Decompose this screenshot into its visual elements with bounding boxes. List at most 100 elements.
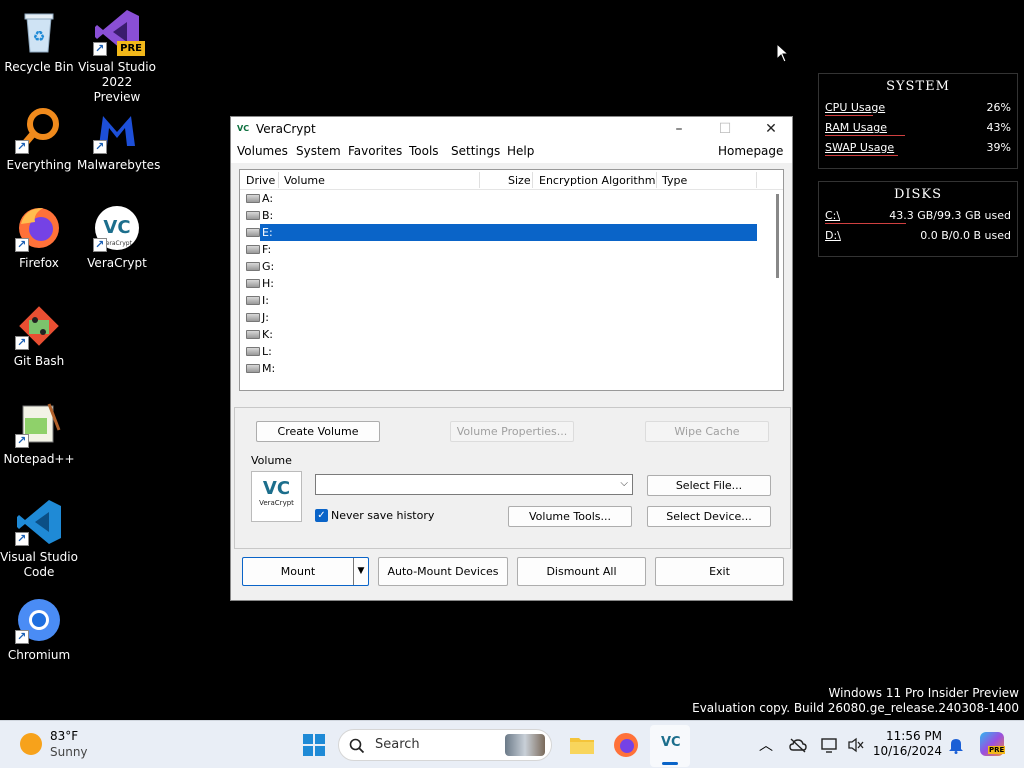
disks-widget: DISKS C:\ 43.3 GB/99.3 GB used D:\ 0.0 B… <box>818 181 1018 257</box>
cloud-offline-icon[interactable] <box>789 737 807 753</box>
firefox-icon <box>15 204 63 252</box>
column-type[interactable]: Type <box>662 174 687 187</box>
column-volume[interactable]: Volume <box>284 174 325 187</box>
drive-icon <box>246 245 260 254</box>
drive-row-g[interactable]: G: <box>240 258 783 275</box>
desktop-icon-everything[interactable]: Everything <box>0 106 79 173</box>
copilot-button[interactable]: PRE <box>980 732 1006 758</box>
volume-muted-icon[interactable] <box>847 737 865 753</box>
desktop-icon-label: Recycle Bin <box>4 60 74 74</box>
drive-row-f[interactable]: F: <box>240 241 783 258</box>
desktop-icon-label: VeraCrypt <box>87 256 147 270</box>
svg-text:♻: ♻ <box>33 29 46 45</box>
network-icon[interactable] <box>820 736 838 754</box>
drive-row-j[interactable]: J: <box>240 309 783 326</box>
desktop-icon-notepadpp[interactable]: Notepad++ <box>0 400 79 467</box>
desktop-icon-veracrypt[interactable]: VC VeraCrypt VeraCrypt <box>77 204 157 271</box>
veracrypt-taskbar-button[interactable]: VC <box>650 725 690 767</box>
notification-bell-icon[interactable] <box>948 736 964 754</box>
menu-volumes[interactable]: Volumes <box>237 144 288 158</box>
menu-tools[interactable]: Tools <box>409 144 439 158</box>
start-button[interactable] <box>302 733 326 757</box>
create-volume-button[interactable]: Create Volume <box>256 421 380 442</box>
taskbar: 83°F Sunny Search VC ︿ 11:56 PM 10/16/20… <box>0 720 1024 768</box>
never-save-history-checkbox[interactable]: ✓ <box>315 509 328 522</box>
malwarebytes-icon <box>93 106 141 154</box>
column-size[interactable]: Size <box>508 174 531 187</box>
desktop-icon-firefox[interactable]: Firefox <box>0 204 79 271</box>
minimize-button[interactable]: – <box>657 117 701 141</box>
select-device-button[interactable]: Select Device... <box>647 506 771 527</box>
mount-dropdown-icon[interactable]: ▼ <box>353 558 368 585</box>
drive-row-b[interactable]: B: <box>240 207 783 224</box>
firefox-taskbar-button[interactable] <box>612 731 640 759</box>
sun-icon <box>20 733 42 755</box>
search-label: Search <box>375 737 420 752</box>
windows-logo-icon <box>303 734 325 756</box>
desktop-icon-recycle-bin[interactable]: ♻ Recycle Bin <box>0 8 79 75</box>
desktop-icon-chromium[interactable]: Chromium <box>0 596 79 663</box>
desktop-icon-label: Notepad++ <box>3 452 75 466</box>
menu-help[interactable]: Help <box>507 144 534 158</box>
desktop-icon-label: Malwarebytes <box>77 158 161 172</box>
select-file-button[interactable]: Select File... <box>647 475 771 496</box>
desktop-icon-visual-studio[interactable]: PRE Visual Studio 2022 Preview <box>77 8 157 105</box>
file-explorer-button[interactable] <box>568 731 596 759</box>
ram-usage-value: 43% <box>986 121 1011 134</box>
chevron-up-icon[interactable]: ︿ <box>759 735 773 755</box>
column-drive[interactable]: Drive <box>246 174 275 187</box>
chevron-down-icon[interactable]: ⌵ <box>620 478 628 489</box>
drive-row-h[interactable]: H: <box>240 275 783 292</box>
weather-widget[interactable]: 83°F Sunny <box>20 729 100 761</box>
volume-properties-button[interactable]: Volume Properties... <box>450 421 574 442</box>
shortcut-arrow-icon <box>15 139 29 154</box>
drive-row-e-selected[interactable]: E: <box>240 224 783 241</box>
drive-row-a[interactable]: A: <box>240 190 783 207</box>
drive-icon <box>246 262 260 271</box>
column-encryption-algorithm[interactable]: Encryption Algorithm <box>539 174 655 187</box>
disk-c-bar <box>825 223 906 224</box>
maximize-button[interactable]: ☐ <box>703 117 747 141</box>
volume-tools-button[interactable]: Volume Tools... <box>508 506 632 527</box>
firefox-icon <box>614 733 638 757</box>
desktop-icon-malwarebytes[interactable]: Malwarebytes <box>77 106 161 173</box>
drive-row-l[interactable]: L: <box>240 343 783 360</box>
menu-favorites[interactable]: Favorites <box>348 144 402 158</box>
drive-row-i[interactable]: I: <box>240 292 783 309</box>
cpu-usage-row: CPU Usage 26% <box>819 98 1017 118</box>
menu-system[interactable]: System <box>296 144 341 158</box>
chromium-icon <box>15 596 63 644</box>
veracrypt-window: VC VeraCrypt – ☐ ✕ Volumes System Favori… <box>230 116 793 601</box>
disk-d-row: D:\ 0.0 B/0.0 B used <box>819 226 1017 246</box>
desktop-icon-git-bash[interactable]: Git Bash <box>0 302 79 369</box>
title-bar[interactable]: VC VeraCrypt – ☐ ✕ <box>231 117 792 141</box>
veracrypt-logo-mark: VC <box>262 478 291 499</box>
system-widget-title: SYSTEM <box>886 79 950 94</box>
shortcut-arrow-icon <box>15 335 29 350</box>
shortcut-arrow-icon <box>93 237 107 252</box>
disk-d-label: D:\ <box>825 229 841 242</box>
drive-list[interactable]: Drive Volume Size Encryption Algorithm T… <box>239 169 784 391</box>
drive-icon <box>246 194 260 203</box>
wipe-cache-button[interactable]: Wipe Cache <box>645 421 769 442</box>
homepage-link[interactable]: Homepage <box>718 144 783 158</box>
mount-button-label: Mount <box>280 565 316 578</box>
auto-mount-devices-button[interactable]: Auto-Mount Devices <box>378 557 508 586</box>
weather-desc: Sunny <box>50 745 88 759</box>
search-icon <box>349 738 365 754</box>
volume-path-combobox[interactable]: ⌵ <box>315 474 633 495</box>
clock[interactable]: 11:56 PM 10/16/2024 <box>868 729 942 759</box>
taskbar-search-box[interactable]: Search <box>338 729 552 761</box>
dismount-all-button[interactable]: Dismount All <box>517 557 646 586</box>
weather-temp: 83°F <box>50 729 79 743</box>
exit-button[interactable]: Exit <box>655 557 784 586</box>
close-button[interactable]: ✕ <box>749 117 793 141</box>
drive-row-m[interactable]: M: <box>240 360 783 377</box>
menu-settings[interactable]: Settings <box>451 144 500 158</box>
drive-list-scrollbar[interactable] <box>776 194 779 278</box>
never-save-history-label[interactable]: Never save history <box>331 509 434 522</box>
mount-button[interactable]: Mount ▼ <box>242 557 369 586</box>
drive-row-k[interactable]: K: <box>240 326 783 343</box>
windows-watermark-line2: Evaluation copy. Build 26080.ge_release.… <box>692 701 1019 715</box>
desktop-icon-vscode[interactable]: Visual Studio Code <box>0 498 79 580</box>
